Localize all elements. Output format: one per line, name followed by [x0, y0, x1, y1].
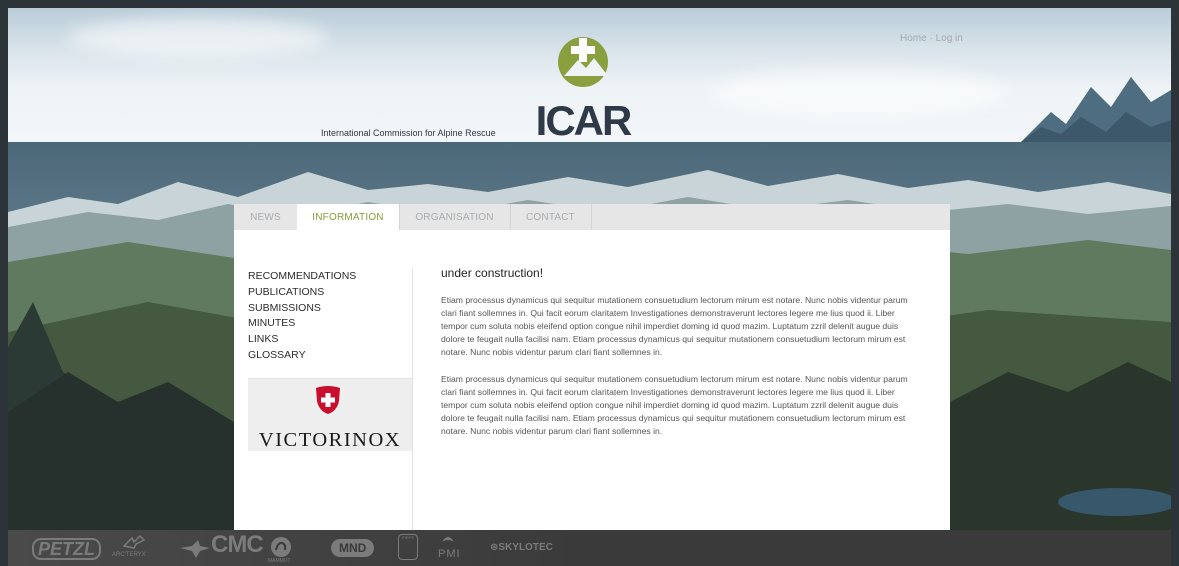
- sponsor-skylotec-label: SKYLOTEC: [498, 542, 553, 553]
- sidebar-nav: RECOMMENDATIONS PUBLICATIONS SUBMISSIONS…: [248, 269, 356, 364]
- sponsor-footer: PETZL ARC'TERYX CMC MAMMUT MND PIEPS PMI…: [8, 530, 1171, 566]
- cloud: [708, 68, 1008, 118]
- main-tab-bar: NEWS INFORMATION ORGANISATION CONTACT: [234, 204, 950, 230]
- sidebar-item-submissions[interactable]: SUBMISSIONS: [248, 301, 356, 317]
- sponsor-petzl[interactable]: PETZL: [32, 538, 101, 560]
- logo-cross-v: [579, 38, 587, 62]
- sponsor-skylotec[interactable]: ⊛SKYLOTEC: [490, 542, 553, 553]
- sidebar-item-glossary[interactable]: GLOSSARY: [248, 348, 356, 364]
- header-peaks: [1021, 77, 1171, 142]
- content-card: RECOMMENDATIONS PUBLICATIONS SUBMISSIONS…: [234, 230, 950, 530]
- tab-news[interactable]: NEWS: [234, 204, 298, 230]
- login-link[interactable]: Log in: [936, 33, 963, 44]
- logo-text: ICAR: [536, 97, 632, 142]
- rescue-bird-icon: [180, 540, 210, 558]
- home-link[interactable]: Home: [900, 33, 927, 44]
- sidebar-item-recommendations[interactable]: RECOMMENDATIONS: [248, 269, 356, 285]
- icar-logo[interactable]: ICAR: [528, 32, 638, 142]
- sponsor-mammut[interactable]: MAMMUT: [268, 558, 291, 564]
- column-divider: [412, 268, 413, 530]
- sidebar-item-publications[interactable]: PUBLICATIONS: [248, 285, 356, 301]
- sponsor-mnd[interactable]: MND: [331, 539, 375, 557]
- tab-information[interactable]: INFORMATION: [297, 204, 400, 230]
- swiss-shield-icon: [316, 386, 340, 414]
- site-header: Home · Log in International Commission f…: [8, 8, 1171, 142]
- sponsor-pieps[interactable]: PIEPS: [398, 534, 418, 560]
- article-paragraph: Etiam processus dynamicus qui sequitur m…: [441, 374, 908, 436]
- tab-contact[interactable]: CONTACT: [510, 204, 592, 230]
- article-title: under construction!: [441, 266, 544, 280]
- arcteryx-bird-icon: [122, 534, 146, 549]
- nav-separator: ·: [926, 33, 936, 44]
- pmi-mark-icon: [442, 537, 454, 542]
- top-nav: Home · Log in: [900, 33, 963, 44]
- site-tagline: International Commission for Alpine Resc…: [321, 128, 496, 138]
- article: under construction! Etiam processus dyna…: [441, 266, 915, 452]
- sidebar-item-links[interactable]: LINKS: [248, 332, 356, 348]
- sponsor-pmi[interactable]: PMI: [438, 548, 461, 560]
- sponsor-cmc[interactable]: CMC: [211, 531, 264, 559]
- victorinox-wordmark: VICTORINOX: [258, 429, 402, 451]
- victorinox-sponsor[interactable]: VICTORINOX: [248, 378, 412, 451]
- sidebar-item-minutes[interactable]: MINUTES: [248, 316, 356, 332]
- mammut-logo-icon: [271, 537, 291, 557]
- tab-organisation[interactable]: ORGANISATION: [399, 204, 511, 230]
- article-paragraph: Etiam processus dynamicus qui sequitur m…: [441, 295, 908, 357]
- cloud: [68, 18, 328, 58]
- sponsor-arcteryx[interactable]: ARC'TERYX: [112, 552, 146, 558]
